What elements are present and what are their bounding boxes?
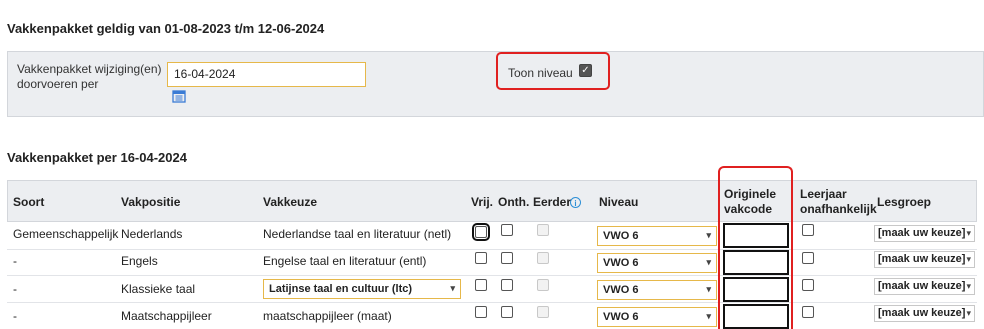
row4-vrij-checkbox[interactable] <box>475 306 487 318</box>
page-title: Vakkenpakket geldig van 01-08-2023 t/m 1… <box>7 21 325 36</box>
row1-lesgroep-select[interactable]: [maak uw keuze] ▾ <box>874 225 975 242</box>
row4-eerder-checkbox <box>537 306 549 318</box>
header-leerjaar: Leerjaar onafhankelijk <box>800 187 877 216</box>
row4-niveau-value: VWO 6 <box>603 311 639 323</box>
row-divider <box>7 249 977 250</box>
chevron-down-icon: ▾ <box>966 254 971 264</box>
header-vakpositie: Vakpositie <box>121 195 181 209</box>
chevron-down-icon: ▾ <box>966 308 971 318</box>
row3-soort: - <box>13 282 17 296</box>
chevron-down-icon: ▾ <box>706 311 711 321</box>
section-title: Vakkenpakket per 16-04-2024 <box>7 150 187 165</box>
originele-vakcode-highlight <box>718 166 793 329</box>
row-divider <box>7 275 977 276</box>
chevron-down-icon: ▾ <box>706 230 711 240</box>
row1-niveau-value: VWO 6 <box>603 230 639 242</box>
row3-lesgroep-select[interactable]: [maak uw keuze] ▾ <box>874 278 975 295</box>
row3-leerjaar-checkbox[interactable] <box>802 279 814 291</box>
row-divider <box>7 302 977 303</box>
row2-vakkeuze: Engelse taal en literatuur (entl) <box>263 254 427 268</box>
row4-niveau-select[interactable]: VWO 6 ▾ <box>597 307 717 327</box>
date-input[interactable]: 16-04-2024 <box>167 62 366 87</box>
row2-soort: - <box>13 254 17 268</box>
toon-niveau-label: Toon niveau <box>508 66 573 80</box>
header-lesgroep: Lesgroep <box>877 195 932 209</box>
header-onth: Onth. <box>498 195 530 209</box>
row3-vrij-checkbox[interactable] <box>475 279 487 291</box>
row3-onth-checkbox[interactable] <box>501 279 513 291</box>
header-eerder: Eerder <box>533 195 572 209</box>
row3-niveau-select[interactable]: VWO 6 ▾ <box>597 280 717 300</box>
row3-lesgroep-value: [maak uw keuze] <box>878 280 966 292</box>
row2-niveau-value: VWO 6 <box>603 257 639 269</box>
row1-onth-checkbox[interactable] <box>501 224 513 236</box>
info-icon[interactable]: i <box>570 197 581 208</box>
row1-vakkeuze: Nederlandse taal en literatuur (netl) <box>263 227 452 241</box>
row2-lesgroep-value: [maak uw keuze] <box>878 253 966 265</box>
header-vakkeuze: Vakkeuze <box>263 195 318 209</box>
chevron-down-icon: ▾ <box>706 284 711 294</box>
row4-vakpositie: Maatschappijleer <box>121 309 212 323</box>
row2-lesgroep-select[interactable]: [maak uw keuze] ▾ <box>874 251 975 268</box>
chevron-down-icon: ▾ <box>966 228 971 238</box>
row4-leerjaar-checkbox[interactable] <box>802 306 814 318</box>
row4-onth-checkbox[interactable] <box>501 306 513 318</box>
row3-vakkeuze-value: Latijnse taal en cultuur (ltc) <box>269 283 413 295</box>
row1-eerder-checkbox <box>537 224 549 236</box>
row1-niveau-select[interactable]: VWO 6 ▾ <box>597 226 717 246</box>
row1-vakpositie: Nederlands <box>121 227 183 241</box>
toon-niveau-checkbox[interactable]: ✓ <box>579 64 592 77</box>
row1-leerjaar-checkbox[interactable] <box>802 224 814 236</box>
row2-leerjaar-checkbox[interactable] <box>802 252 814 264</box>
row4-lesgroep-select[interactable]: [maak uw keuze] ▾ <box>874 305 975 322</box>
header-vrij: Vrij. <box>471 195 494 209</box>
header-soort: Soort <box>13 195 45 209</box>
calendar-icon[interactable] <box>172 89 186 103</box>
row4-vakkeuze: maatschappijleer (maat) <box>263 309 392 323</box>
row4-soort: - <box>13 309 17 323</box>
chevron-down-icon: ▾ <box>450 283 455 293</box>
row4-lesgroep-value: [maak uw keuze] <box>878 307 966 319</box>
row2-onth-checkbox[interactable] <box>501 252 513 264</box>
wijziging-label: Vakkenpakket wijziging(en) doorvoeren pe… <box>17 62 162 91</box>
row1-soort: Gemeenschappelijk <box>13 227 119 241</box>
row1-lesgroep-value: [maak uw keuze] <box>878 227 966 239</box>
row2-niveau-select[interactable]: VWO 6 ▾ <box>597 253 717 273</box>
header-niveau: Niveau <box>599 195 639 209</box>
row2-vrij-checkbox[interactable] <box>475 252 487 264</box>
row2-vakpositie: Engels <box>121 254 158 268</box>
row3-eerder-checkbox <box>537 279 549 291</box>
row3-vakpositie: Klassieke taal <box>121 282 196 296</box>
row1-vrij-checkbox[interactable] <box>472 223 490 241</box>
chevron-down-icon: ▾ <box>706 257 711 267</box>
chevron-down-icon: ▾ <box>966 281 971 291</box>
row3-vakkeuze-select[interactable]: Latijnse taal en cultuur (ltc) ▾ <box>263 279 461 299</box>
row3-niveau-value: VWO 6 <box>603 284 639 296</box>
row2-eerder-checkbox <box>537 252 549 264</box>
